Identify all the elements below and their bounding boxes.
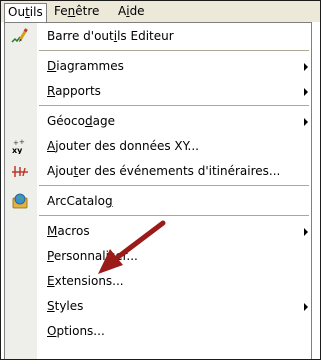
menu-outils[interactable]: Outils [4,3,47,23]
menu-outils-label-a: Ou [8,5,26,19]
menu-item-label: Ajouter des événements d'itinéraires... [47,164,281,178]
menu-item-options[interactable]: Options... [5,319,311,343]
xy-data-icon: + + xy [11,138,29,154]
menu-item-ajouter-donnees-xy[interactable]: + + xy Ajouter des données XY... [5,134,311,158]
outils-dropdown-menu: Barre d'outils Editeur Diagrammes Rappor… [4,22,312,359]
menu-item-label: Barre d'outils Editeur [47,29,174,43]
route-events-icon [11,163,29,179]
svg-text:xy: xy [12,146,23,154]
menu-fenetre[interactable]: Fenêtre [51,4,102,19]
menu-item-styles[interactable]: Styles [5,294,311,318]
menu-item-label: Ajouter des données XY... [47,139,199,153]
editor-pencil-icon [11,28,29,44]
menu-fenetre-label-a: Fe [54,4,68,18]
menu-outils-label-b: ils [29,5,43,19]
menu-fenetre-label-b: être [75,4,100,18]
menu-item-label: Diagrammes [47,59,124,73]
submenu-arrow-icon [304,118,308,126]
arccatalog-icon [11,193,29,209]
menu-item-macros[interactable]: Macros [5,219,311,243]
menu-item-label: Géocodage [47,114,115,128]
menu-separator [39,185,309,186]
menu-item-arccatalog[interactable]: ArcCatalog [5,189,311,213]
menu-aide-label-b: de [129,4,145,18]
menu-aide-label-a: A [118,4,127,18]
menu-separator [39,105,309,106]
menu-item-label: ArcCatalog [47,194,113,208]
screenshot-frame: Outils Fenêtre Aide Barre d'outils Edite… [0,0,321,360]
menu-item-barre-outils-editeur[interactable]: Barre d'outils Editeur [5,24,311,48]
menu-bar: Outils Fenêtre Aide [1,1,320,23]
menu-item-label: Options... [47,324,105,338]
submenu-arrow-icon [304,88,308,96]
menu-item-label: Personnaliser... [47,249,138,263]
submenu-arrow-icon [304,303,308,311]
menu-item-ajouter-evenements-itineraires[interactable]: Ajouter des événements d'itinéraires... [5,159,311,183]
menu-item-extensions[interactable]: Extensions... [5,269,311,293]
menu-item-label: Styles [47,299,84,313]
menu-item-label: Extensions... [47,274,124,288]
submenu-arrow-icon [304,228,308,236]
menu-item-label: Macros [47,224,90,238]
menu-item-label: Rapports [47,84,101,98]
submenu-arrow-icon [304,63,308,71]
menu-aide[interactable]: Aide [115,4,148,19]
menu-item-geocodage[interactable]: Géocodage [5,109,311,133]
menu-separator [39,50,309,51]
menu-separator [39,215,309,216]
menu-item-diagrammes[interactable]: Diagrammes [5,54,311,78]
menu-item-personnaliser[interactable]: Personnaliser... [5,244,311,268]
svg-text:+: + [19,138,25,146]
menu-item-rapports[interactable]: Rapports [5,79,311,103]
